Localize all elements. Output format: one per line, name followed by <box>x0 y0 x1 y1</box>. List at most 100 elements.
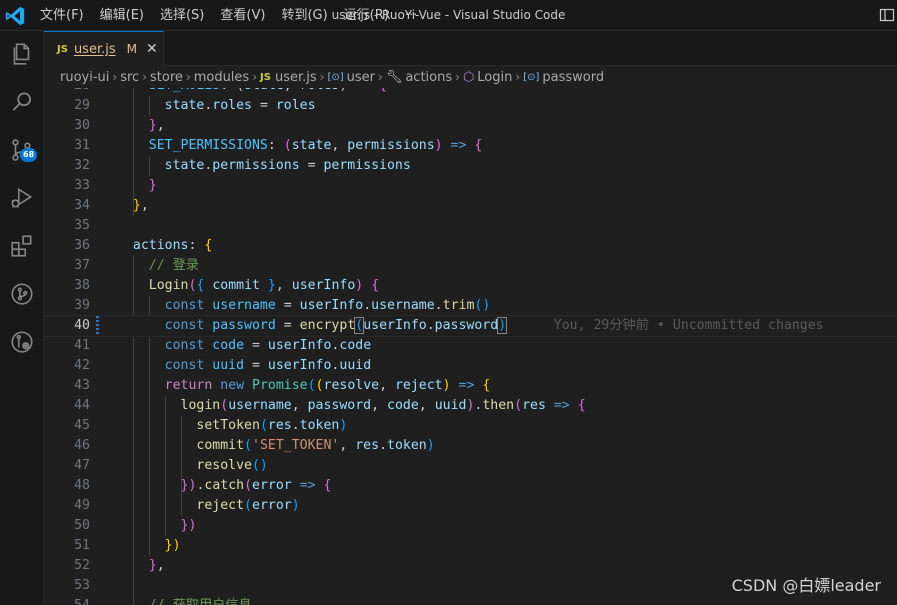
breadcrumb-item[interactable]: modules <box>194 70 250 85</box>
code-token: catch <box>204 478 245 493</box>
menu-go[interactable]: 转到(G) <box>273 0 335 31</box>
code-text: resolve() <box>117 456 267 476</box>
code-text: const password = encrypt(userInfo.passwo… <box>117 316 824 336</box>
code-token: res <box>522 398 546 413</box>
close-tab-icon[interactable]: ✕ <box>146 41 158 57</box>
code-token: () <box>474 298 491 313</box>
code-token: ) <box>339 88 355 93</box>
code-token: Login <box>148 278 189 293</box>
tab-user-js[interactable]: JS user.js M ✕ <box>44 31 164 66</box>
code-token: reject <box>394 378 443 393</box>
code-token: => <box>553 398 570 413</box>
breadcrumb: ruoyi-ui › src › store › modules › JS us… <box>44 66 897 88</box>
code-text: }, <box>117 556 165 576</box>
code-token: username <box>212 298 276 313</box>
menu-view[interactable]: 查看(V) <box>212 0 273 31</box>
code-text: login(username, password, code, uuid).th… <box>117 396 586 416</box>
code-token: ) <box>434 138 443 153</box>
code-token: token <box>387 438 427 453</box>
menu-run[interactable]: 运行(R) <box>336 0 397 31</box>
title-bar: 文件(F) 编辑(E) 选择(S) 查看(V) 转到(G) 运行(R) ··· … <box>0 0 897 31</box>
code-token: actions <box>132 238 189 253</box>
code-token: Promise <box>252 378 308 393</box>
code-token: username <box>371 298 435 313</box>
code-line[interactable]: 54 // 获取用户信息 <box>44 596 897 605</box>
menu-selection[interactable]: 选择(S) <box>152 0 212 31</box>
source-control-button[interactable]: 68 <box>0 127 44 173</box>
git-graph-button[interactable] <box>0 271 44 317</box>
code-token: roles <box>275 98 316 113</box>
menu-file[interactable]: 文件(F) <box>32 0 92 31</box>
code-line[interactable]: 29 state.roles = roles <box>44 96 897 116</box>
code-token: password <box>212 318 276 333</box>
code-line[interactable]: 38 Login({ commit }, userInfo) { <box>44 276 897 296</box>
code-token: = <box>252 98 276 113</box>
code-token: : <box>188 238 205 253</box>
code-line[interactable]: 40 const password = encrypt(userInfo.pas… <box>44 315 897 337</box>
code-line[interactable]: 28 SET_ROLES: (state, roles) => { <box>44 88 897 96</box>
code-line[interactable]: 43 return new Promise((resolve, reject) … <box>44 376 897 396</box>
code-line[interactable]: 33 } <box>44 176 897 196</box>
modified-line-gutter-marker[interactable] <box>96 316 99 336</box>
code-token: => <box>299 478 316 493</box>
code-line[interactable]: 47 resolve() <box>44 456 897 476</box>
code-line[interactable]: 37 // 登录 <box>44 256 897 276</box>
code-line[interactable]: 39 const username = userInfo.username.tr… <box>44 296 897 316</box>
breadcrumb-item[interactable]: ruoyi-ui <box>60 70 109 85</box>
code-token: , <box>284 88 300 93</box>
code-token: , <box>275 278 292 293</box>
toggle-sidebar-layout-icon[interactable] <box>879 7 895 23</box>
extensions-button[interactable] <box>0 223 44 269</box>
code-line[interactable]: 32 state.permissions = permissions <box>44 156 897 176</box>
breadcrumb-item[interactable]: password <box>542 70 604 85</box>
line-number: 39 <box>74 298 90 313</box>
code-token: . <box>379 438 388 453</box>
line-number: 46 <box>74 438 90 453</box>
code-token: trim <box>442 298 475 313</box>
code-line[interactable]: 41 const code = userInfo.code <box>44 336 897 356</box>
code-line[interactable]: 46 commit('SET_TOKEN', res.token) <box>44 436 897 456</box>
line-number: 38 <box>74 278 90 293</box>
vscode-logo-icon[interactable] <box>4 5 26 27</box>
breadcrumb-item[interactable]: Login <box>477 70 512 85</box>
breadcrumb-item[interactable]: store <box>150 70 183 85</box>
scm-changes-badge: 68 <box>20 148 38 162</box>
code-line[interactable]: 48 }).catch(error => { <box>44 476 897 496</box>
code-line[interactable]: 49 reject(error) <box>44 496 897 516</box>
tab-label: user.js <box>73 41 116 57</box>
code-token: resolve <box>196 458 252 473</box>
code-line[interactable]: 30 }, <box>44 116 897 136</box>
code-token: commit <box>196 438 245 453</box>
breadcrumb-item[interactable]: user <box>347 70 375 85</box>
code-line[interactable]: 31 SET_PERMISSIONS: (state, permissions)… <box>44 136 897 156</box>
code-line[interactable]: 45 setToken(res.token) <box>44 416 897 436</box>
code-line[interactable]: 44 login(username, password, code, uuid)… <box>44 396 897 416</box>
code-line[interactable]: 35 <box>44 216 897 236</box>
code-editor[interactable]: 28 SET_ROLES: (state, roles) => {29 stat… <box>44 88 897 605</box>
code-line[interactable]: 50 }) <box>44 516 897 536</box>
code-line[interactable]: 51 }) <box>44 536 897 556</box>
code-line[interactable]: 36 actions: { <box>44 236 897 256</box>
code-line[interactable]: 42 const uuid = userInfo.uuid <box>44 356 897 376</box>
code-token: res <box>355 438 380 453</box>
line-number: 41 <box>74 338 90 353</box>
code-token: = <box>275 298 300 313</box>
search-button[interactable] <box>0 79 44 125</box>
breadcrumb-item[interactable]: src <box>120 70 139 85</box>
menu-more[interactable]: ··· <box>397 0 425 31</box>
breadcrumb-item[interactable]: user.js <box>275 70 317 85</box>
code-text: }, <box>117 196 149 216</box>
code-token: ) <box>497 317 508 334</box>
breadcrumb-item[interactable]: actions <box>405 70 452 85</box>
run-debug-button[interactable] <box>0 175 44 221</box>
code-line[interactable]: 34 }, <box>44 196 897 216</box>
menu-edit[interactable]: 编辑(E) <box>92 0 152 31</box>
explorer-button[interactable] <box>0 31 44 77</box>
code-token: , <box>331 138 348 153</box>
gitlens-button[interactable] <box>0 319 44 365</box>
